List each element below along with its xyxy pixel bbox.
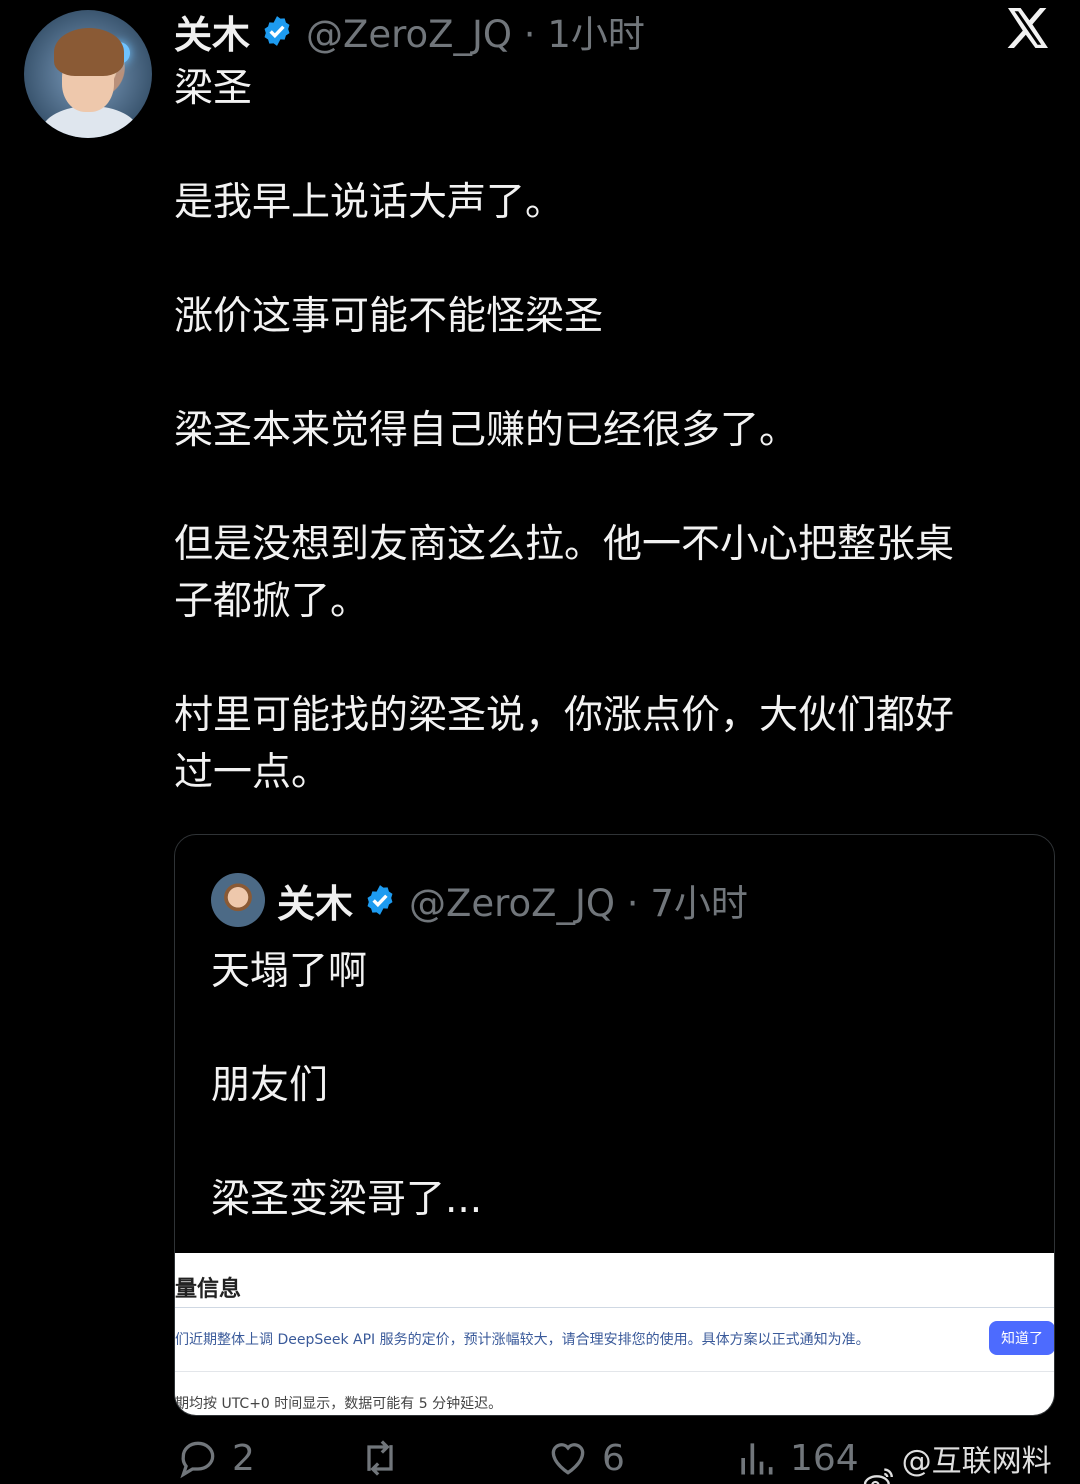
tweet-line: 梁圣本来觉得自己赚的已经很多了。: [174, 408, 799, 453]
quoted-tweet-header: 关木 @ZeroZ_JQ · 7小时: [277, 873, 748, 927]
retweet-icon: [367, 1440, 393, 1476]
tweet-text: 梁圣 是我早上说话大声了。 涨价这事可能不能怪梁圣 梁圣本来觉得自己赚的已经很多…: [174, 60, 1054, 801]
reply-count: 2: [232, 1437, 255, 1479]
quoted-line: 朋友们: [211, 1063, 329, 1108]
quoted-author-name[interactable]: 关木: [277, 873, 353, 928]
views-count: 164: [790, 1437, 859, 1479]
divider: [175, 1307, 1054, 1308]
deepseek-notice-screenshot: 量信息 们近期整体上调 DeepSeek API 服务的定价，预计涨幅较大，请合…: [175, 1253, 1054, 1415]
divider: [175, 1371, 1054, 1372]
quoted-author-handle-time[interactable]: @ZeroZ_JQ · 7小时: [409, 873, 748, 927]
reply-icon: [180, 1441, 215, 1479]
notice-footer: 期均按 UTC+0 时间显示，数据可能有 5 分钟延迟。: [175, 1396, 503, 1412]
tweet-line: 涨价这事可能不能怪梁圣: [174, 294, 604, 339]
tweet-line: 村里可能找的梁圣说，你涨点价，大伙们都好: [174, 693, 955, 738]
quoted-tweet-card[interactable]: 关木 @ZeroZ_JQ · 7小时 天塌了啊 朋友们 梁圣变梁哥了... 量信…: [174, 834, 1055, 1416]
like-button[interactable]: 6: [546, 1436, 625, 1480]
tweet-line: 梁圣: [174, 66, 253, 111]
quoted-line: 天塌了啊: [211, 949, 368, 994]
tweet-line: 是我早上说话大声了。: [174, 180, 565, 225]
avatar-hair: [54, 28, 124, 76]
views-button[interactable]: 164: [734, 1436, 859, 1480]
tweet-line: 但是没想到友商这么拉。他一不小心把整张桌: [174, 522, 955, 567]
weibo-watermark: @互联网料姐: [862, 1436, 1080, 1484]
quoted-line: 梁圣变梁哥了...: [211, 1177, 483, 1222]
author-avatar[interactable]: [24, 10, 152, 138]
tweet-line: 子都掀了。: [174, 579, 370, 624]
quoted-tweet-text: 天塌了啊 朋友们 梁圣变梁哥了...: [211, 943, 1031, 1228]
watermark-text: @互联网料姐: [901, 1444, 1052, 1479]
x-logo-icon: [1007, 8, 1048, 48]
views-icon: [741, 1443, 773, 1475]
author-handle-time[interactable]: @ZeroZ_JQ · 1小时: [306, 4, 645, 58]
verified-badge-icon: [264, 16, 290, 46]
weibo-icon: [863, 1468, 893, 1484]
notice-acknowledge-button[interactable]: 知道了: [989, 1321, 1054, 1355]
notice-title: 量信息: [175, 1277, 242, 1302]
like-icon: [551, 1443, 585, 1475]
reply-button[interactable]: 2: [176, 1436, 255, 1480]
notice-message: 们近期整体上调 DeepSeek API 服务的定价，预计涨幅较大，请合理安排您…: [175, 1332, 870, 1348]
like-count: 6: [602, 1437, 625, 1479]
tweet-line: 过一点。: [174, 750, 331, 795]
retweet-button[interactable]: [358, 1436, 414, 1480]
verified-badge-icon: [367, 885, 393, 915]
quoted-author-avatar[interactable]: [211, 873, 265, 927]
author-name[interactable]: 关木: [174, 4, 250, 59]
tweet-header: 关木 @ZeroZ_JQ · 1小时: [174, 4, 645, 58]
